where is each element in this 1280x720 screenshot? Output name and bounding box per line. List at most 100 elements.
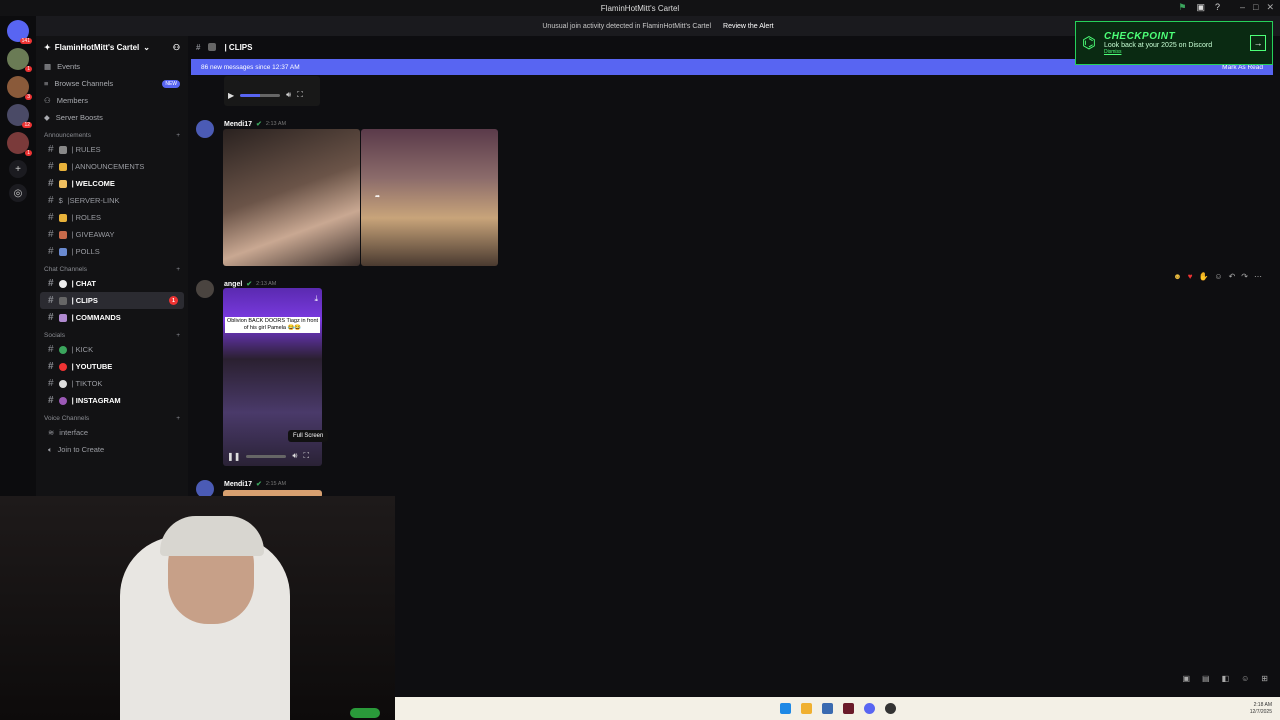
channel-kick[interactable]: # | KICK [40,341,184,358]
server-icon[interactable]: 3 [7,76,32,100]
rules-emoji-icon [58,145,67,154]
video-caption: Oblivion BACK DOORS Tiagz in front of hi… [225,317,320,333]
text-channel-icon: # [48,246,54,257]
channel-youtube[interactable]: # | YOUTUBE [40,358,184,375]
video-embed-partial[interactable]: ▶ 🔊︎ ⛶ [224,76,320,106]
maximize-icon[interactable]: □ [1253,2,1258,13]
gif-icon[interactable]: ▤ [1202,674,1210,683]
channel-commands[interactable]: # | COMMANDS [40,309,184,326]
server-icon[interactable]: 12 [7,104,32,128]
channel-server-link[interactable]: # $ |SERVER-LINK [40,192,184,209]
heart-reaction-icon[interactable]: ♥ [1188,272,1193,281]
add-member-icon[interactable]: ⚇ [173,43,180,52]
nav-server-boosts[interactable]: ◆ Server Boosts [36,109,188,126]
volume-icon[interactable]: 🔊︎ [286,90,291,100]
channel-clips[interactable]: # | CLIPS 1 [40,292,184,309]
text-channel-icon: # [196,42,201,52]
channel-instagram[interactable]: # | INSTAGRAM [40,392,184,409]
home-server[interactable]: 141 [7,20,32,44]
apps-icon[interactable]: ⊞ [1261,674,1268,683]
red-circle-icon [58,362,67,371]
windows-start-icon[interactable] [779,703,791,714]
author-name[interactable]: Mendi17 [224,481,252,488]
add-server-icon[interactable]: + [9,160,27,178]
fullscreen-icon[interactable]: ⛶ [303,451,309,461]
checkpoint-title: CHECKPOINT [1103,31,1176,42]
laugh-reaction-icon[interactable]: ☻ [1173,272,1181,281]
add-reaction-icon[interactable]: ☺ [1214,272,1222,281]
channel-announcements[interactable]: # | ANNOUNCEMENTS [40,158,184,175]
channel-roles[interactable]: # | ROLES [40,209,184,226]
inbox-icon[interactable]: ▣ [1196,2,1205,13]
speaker-icon: 🔈︎ [48,444,53,454]
add-channel-icon[interactable]: + [176,415,180,422]
arrow-right-icon[interactable]: → [1250,35,1266,51]
pause-icon[interactable]: ❚❚ [227,452,240,461]
emoji-icon[interactable]: ☺ [1241,674,1249,683]
channel-chat[interactable]: # | CHAT [40,275,184,292]
white-circle-icon [58,379,67,388]
add-channel-icon[interactable]: + [176,266,180,273]
server-icon[interactable]: 1 [7,48,32,72]
channel-polls[interactable]: # | POLLS [40,243,184,260]
author-name[interactable]: Mendi17 [224,121,252,128]
category-label: Voice Channels [44,415,90,422]
minimize-icon[interactable]: – [1240,2,1245,13]
help-icon[interactable]: ? [1215,2,1220,13]
volume-icon[interactable]: 🔊︎ [292,451,297,461]
channel-tiktok[interactable]: # | TIKTOK [40,375,184,392]
avatar[interactable] [196,280,214,298]
channel-join-to-create[interactable]: 🔈︎ Join to Create [40,441,184,458]
discord-taskbar-icon[interactable] [863,703,875,714]
download-icon[interactable]: ⤓ [314,294,318,304]
text-channel-icon: # [48,195,54,206]
checkpoint-dismiss-link[interactable]: Dismiss [1104,49,1212,55]
channel-interface[interactable]: ≋ interface [40,424,184,441]
obs-icon[interactable] [884,703,896,714]
guild-header[interactable]: ✦ FlaminHotMitt's Cartel ⌄ ⚇ [36,36,188,58]
thumbs-up-reaction-icon[interactable]: ✋ [1198,272,1208,281]
category-chat[interactable]: Chat Channels + [36,260,188,275]
nav-events[interactable]: ▦ Events [36,58,188,75]
fullscreen-icon[interactable]: ⛶ [297,90,303,100]
nav-members[interactable]: ⚇ Members [36,92,188,109]
category-announcements[interactable]: Announcements + [36,126,188,141]
speech-emoji-icon [58,279,67,288]
flag-icon[interactable]: ⚑ [1178,2,1186,13]
taskbar-clock[interactable]: 2:18 AM 12/7/2025 [1250,702,1272,716]
author-name[interactable]: angel [224,281,242,288]
share-icon[interactable]: ➦ [375,193,380,200]
wave-emoji-icon [58,179,67,188]
app-icon[interactable] [842,703,854,714]
close-icon[interactable]: ✕ [1266,2,1274,13]
server-icon-active[interactable]: 1 [7,132,32,156]
category-label: Announcements [44,132,91,139]
file-explorer-icon[interactable] [800,703,812,714]
play-icon[interactable]: ▶ [228,91,234,100]
boost-icon: ◆ [44,113,50,122]
video-progress-bar[interactable] [246,454,287,458]
discover-icon[interactable]: ◎ [9,184,27,202]
image-attachment[interactable] [223,129,360,266]
channel-label: | KICK [71,345,94,354]
image-attachment[interactable]: ➦ [361,129,498,266]
add-channel-icon[interactable]: + [176,132,180,139]
category-socials[interactable]: Socials + [36,326,188,341]
channel-label: | CHAT [71,279,97,288]
gift-icon[interactable]: ▣ [1182,674,1190,683]
avatar[interactable] [196,120,214,138]
add-channel-icon[interactable]: + [176,332,180,339]
sticker-icon[interactable]: ◧ [1222,674,1230,683]
video-progress-bar[interactable] [240,93,281,97]
review-alert-link[interactable]: Review the Alert [723,23,774,30]
forward-icon[interactable]: ↷ [1241,272,1248,281]
checkpoint-popup[interactable]: ⌬ CHECKPOINT Look back at your 2025 on D… [1075,21,1273,65]
store-icon[interactable] [821,703,833,714]
channel-giveaway[interactable]: # | GIVEAWAY [40,226,184,243]
more-icon[interactable]: ⋯ [1254,272,1262,281]
reply-icon[interactable]: ↶ [1229,272,1236,281]
channel-rules[interactable]: # | RULES [40,141,184,158]
nav-browse-channels[interactable]: ≡ Browse Channels NEW [36,75,188,92]
channel-welcome[interactable]: # | WELCOME [40,175,184,192]
category-voice[interactable]: Voice Channels + [36,409,188,424]
